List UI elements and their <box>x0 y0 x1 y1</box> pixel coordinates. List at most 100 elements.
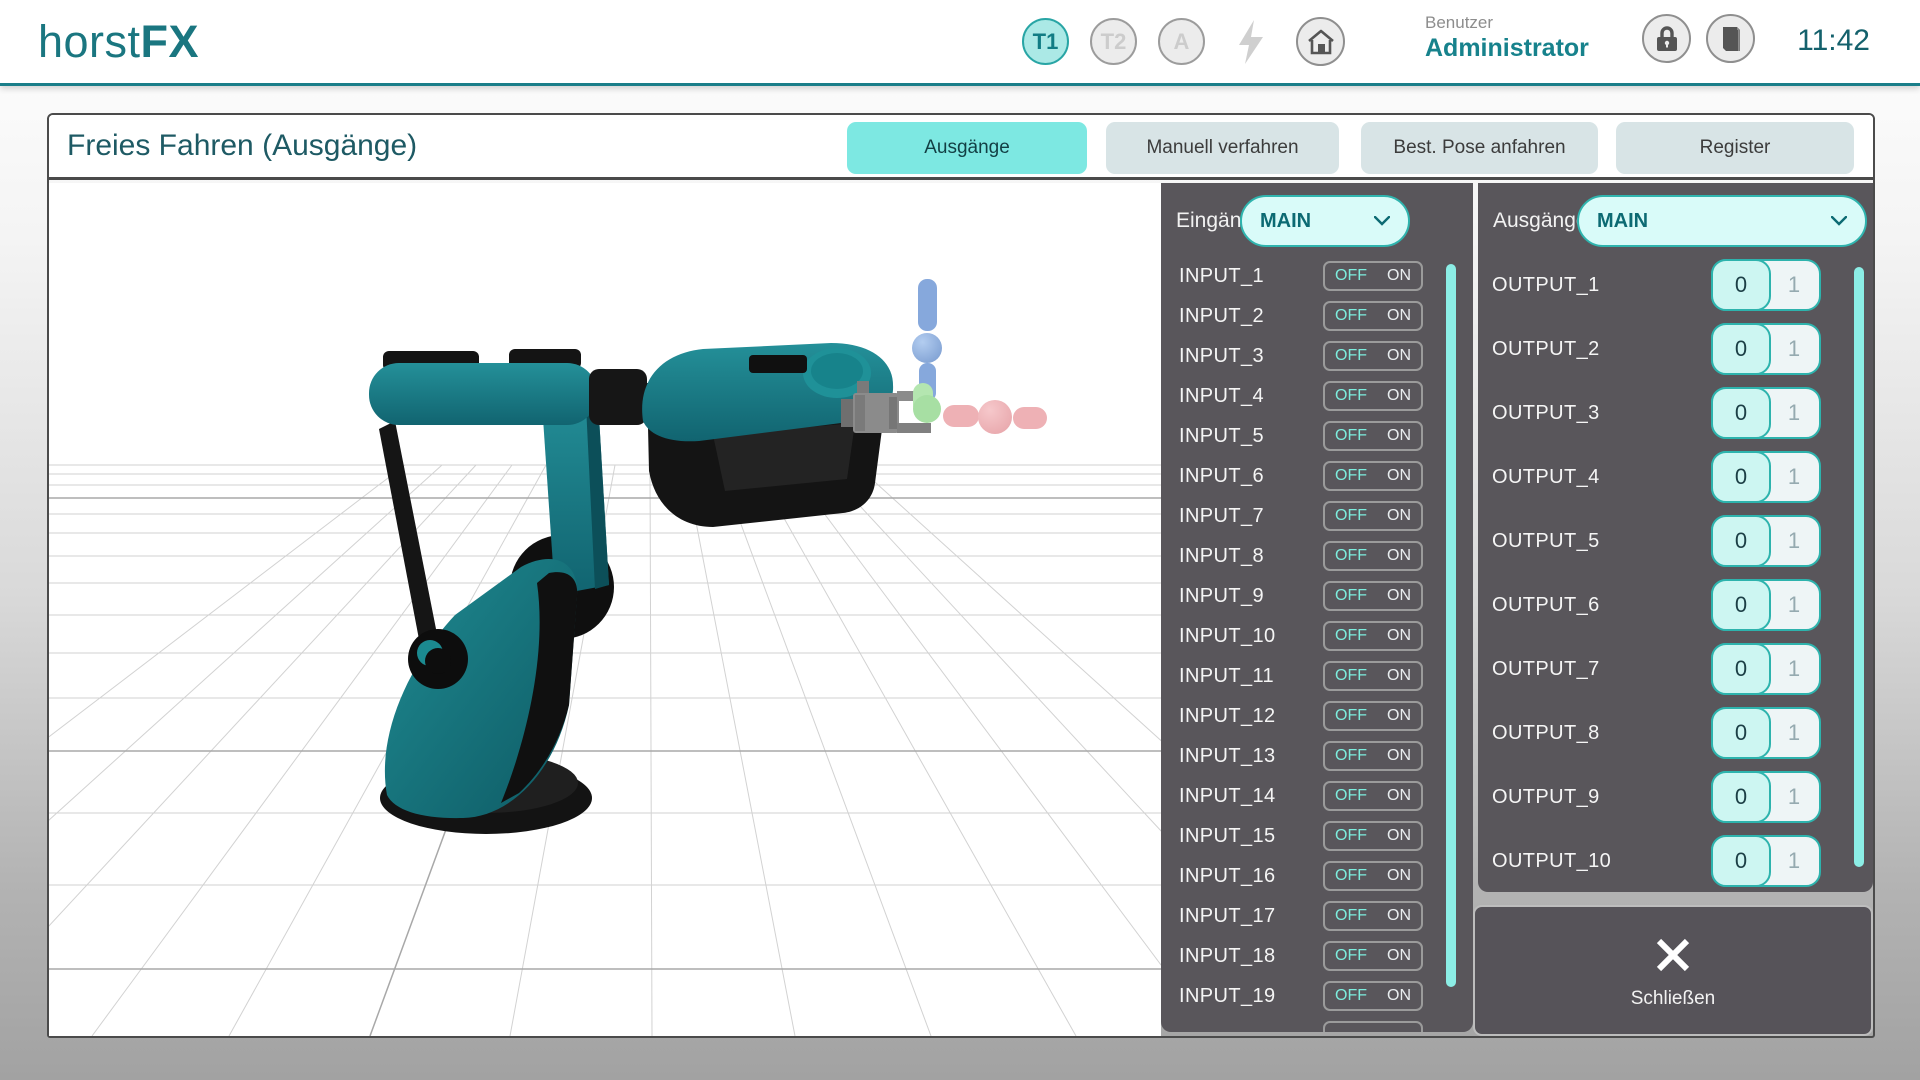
input-toggle-on[interactable]: ON <box>1387 707 1411 725</box>
output-toggle-one[interactable]: 1 <box>1769 645 1819 693</box>
input-toggle-on[interactable]: ON <box>1387 587 1411 605</box>
robot-3d-viewport[interactable] <box>49 183 1161 1036</box>
input-onoff-toggle[interactable]: OFF ON <box>1323 301 1423 331</box>
tab-button[interactable]: Manuell verfahren <box>1106 122 1339 174</box>
tab-button[interactable]: Best. Pose anfahren <box>1361 122 1598 174</box>
input-toggle-on[interactable]: ON <box>1387 507 1411 525</box>
output-toggle-zero[interactable]: 0 <box>1711 451 1771 503</box>
home-button[interactable] <box>1296 17 1345 66</box>
input-toggle-on[interactable]: ON <box>1387 827 1411 845</box>
input-onoff-toggle[interactable]: OFF ON <box>1323 461 1423 491</box>
input-toggle-off[interactable]: OFF <box>1335 667 1367 685</box>
input-toggle-off[interactable]: OFF <box>1335 707 1367 725</box>
input-onoff-toggle[interactable]: OFF ON <box>1323 541 1423 571</box>
input-toggle-on[interactable]: ON <box>1387 627 1411 645</box>
output-toggle-one[interactable]: 1 <box>1769 709 1819 757</box>
input-toggle-off[interactable]: OFF <box>1335 627 1367 645</box>
input-toggle-on[interactable]: ON <box>1387 387 1411 405</box>
output-toggle-one[interactable]: 1 <box>1769 517 1819 565</box>
output-01-toggle[interactable]: 0 1 <box>1711 771 1821 823</box>
close-button[interactable]: Schließen <box>1473 905 1873 1036</box>
output-01-toggle[interactable]: 0 1 <box>1711 515 1821 567</box>
inputs-group-select[interactable]: MAIN <box>1240 195 1410 247</box>
input-onoff-toggle[interactable]: OFF ON <box>1323 581 1423 611</box>
input-onoff-toggle[interactable]: OFF ON <box>1323 861 1423 891</box>
output-toggle-zero[interactable]: 0 <box>1711 515 1771 567</box>
input-onoff-toggle[interactable]: OFF ON <box>1323 741 1423 771</box>
input-toggle-on[interactable]: ON <box>1387 267 1411 285</box>
output-toggle-one[interactable]: 1 <box>1769 453 1819 501</box>
input-toggle-off[interactable]: OFF <box>1335 267 1367 285</box>
input-toggle-off[interactable]: OFF <box>1335 387 1367 405</box>
input-toggle-off[interactable]: OFF <box>1335 547 1367 565</box>
output-toggle-zero[interactable]: 0 <box>1711 387 1771 439</box>
input-toggle-off[interactable]: OFF <box>1335 347 1367 365</box>
input-toggle-off[interactable]: OFF <box>1335 507 1367 525</box>
input-toggle-on[interactable]: ON <box>1387 907 1411 925</box>
input-onoff-toggle[interactable]: OFF ON <box>1323 261 1423 291</box>
tab-button[interactable]: Register <box>1616 122 1854 174</box>
output-toggle-one[interactable]: 1 <box>1769 581 1819 629</box>
input-toggle-off[interactable]: OFF <box>1335 947 1367 965</box>
output-01-toggle[interactable]: 0 1 <box>1711 835 1821 887</box>
output-01-toggle[interactable]: 0 1 <box>1711 451 1821 503</box>
output-toggle-one[interactable]: 1 <box>1769 325 1819 373</box>
input-onoff-toggle[interactable]: OFF ON <box>1323 421 1423 451</box>
input-toggle-on[interactable]: ON <box>1387 547 1411 565</box>
input-onoff-toggle[interactable]: OFF ON <box>1323 341 1423 371</box>
inputs-scrollbar[interactable] <box>1446 264 1456 987</box>
input-toggle-off[interactable]: OFF <box>1335 907 1367 925</box>
input-toggle-off[interactable]: OFF <box>1335 427 1367 445</box>
input-toggle-on[interactable]: ON <box>1387 947 1411 965</box>
input-toggle-off[interactable]: OFF <box>1335 307 1367 325</box>
input-toggle-off[interactable]: OFF <box>1335 987 1367 1005</box>
input-onoff-toggle[interactable] <box>1323 1021 1423 1032</box>
input-toggle-on[interactable]: ON <box>1387 867 1411 885</box>
input-toggle-off[interactable]: OFF <box>1335 747 1367 765</box>
output-toggle-zero[interactable]: 0 <box>1711 323 1771 375</box>
input-toggle-off[interactable]: OFF <box>1335 827 1367 845</box>
mode-button[interactable]: A <box>1158 18 1205 65</box>
output-01-toggle[interactable]: 0 1 <box>1711 707 1821 759</box>
mode-button[interactable]: T2 <box>1090 18 1137 65</box>
outputs-scrollbar[interactable] <box>1854 267 1864 867</box>
tab-button[interactable]: Ausgänge <box>847 122 1087 174</box>
input-toggle-on[interactable]: ON <box>1387 347 1411 365</box>
lock-button[interactable] <box>1642 14 1691 63</box>
output-toggle-one[interactable]: 1 <box>1769 773 1819 821</box>
input-onoff-toggle[interactable]: OFF ON <box>1323 701 1423 731</box>
input-onoff-toggle[interactable]: OFF ON <box>1323 621 1423 651</box>
output-toggle-zero[interactable]: 0 <box>1711 771 1771 823</box>
output-01-toggle[interactable]: 0 1 <box>1711 643 1821 695</box>
input-toggle-on[interactable]: ON <box>1387 787 1411 805</box>
output-toggle-zero[interactable]: 0 <box>1711 259 1771 311</box>
input-toggle-on[interactable]: ON <box>1387 307 1411 325</box>
input-onoff-toggle[interactable]: OFF ON <box>1323 901 1423 931</box>
output-toggle-zero[interactable]: 0 <box>1711 579 1771 631</box>
output-toggle-zero[interactable]: 0 <box>1711 835 1771 887</box>
output-toggle-one[interactable]: 1 <box>1769 389 1819 437</box>
manual-button[interactable] <box>1706 14 1755 63</box>
output-01-toggle[interactable]: 0 1 <box>1711 259 1821 311</box>
mode-button[interactable]: T1 <box>1022 18 1069 65</box>
input-toggle-on[interactable]: ON <box>1387 427 1411 445</box>
input-toggle-on[interactable]: ON <box>1387 667 1411 685</box>
input-toggle-on[interactable]: ON <box>1387 467 1411 485</box>
input-toggle-on[interactable]: ON <box>1387 987 1411 1005</box>
output-toggle-zero[interactable]: 0 <box>1711 643 1771 695</box>
output-toggle-one[interactable]: 1 <box>1769 837 1819 885</box>
output-toggle-zero[interactable]: 0 <box>1711 707 1771 759</box>
input-toggle-off[interactable]: OFF <box>1335 587 1367 605</box>
input-toggle-off[interactable]: OFF <box>1335 867 1367 885</box>
input-onoff-toggle[interactable]: OFF ON <box>1323 781 1423 811</box>
input-onoff-toggle[interactable]: OFF ON <box>1323 821 1423 851</box>
outputs-group-select[interactable]: MAIN <box>1577 195 1867 247</box>
input-onoff-toggle[interactable]: OFF ON <box>1323 941 1423 971</box>
output-01-toggle[interactable]: 0 1 <box>1711 323 1821 375</box>
input-onoff-toggle[interactable]: OFF ON <box>1323 501 1423 531</box>
input-onoff-toggle[interactable]: OFF ON <box>1323 381 1423 411</box>
output-01-toggle[interactable]: 0 1 <box>1711 387 1821 439</box>
input-toggle-off[interactable]: OFF <box>1335 787 1367 805</box>
input-onoff-toggle[interactable]: OFF ON <box>1323 981 1423 1011</box>
output-01-toggle[interactable]: 0 1 <box>1711 579 1821 631</box>
